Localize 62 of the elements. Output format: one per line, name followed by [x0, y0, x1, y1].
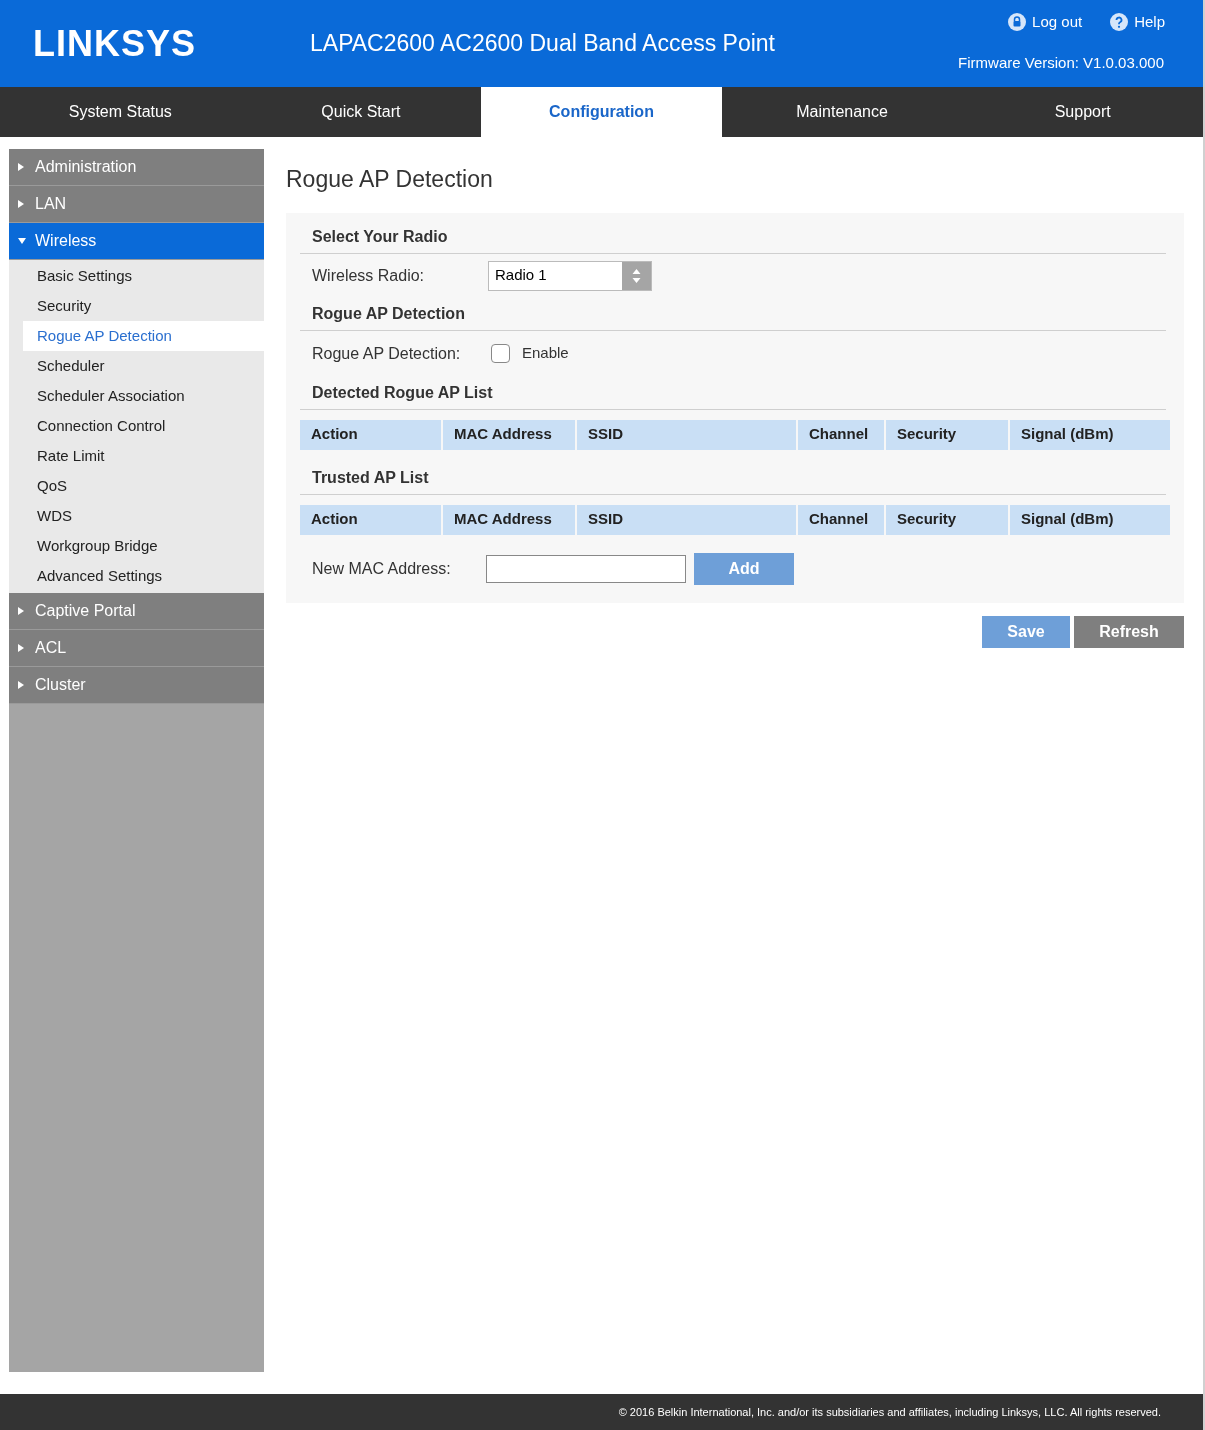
nav-tab[interactable]: System Status — [0, 87, 241, 137]
field-label: Rogue AP Detection: — [312, 343, 462, 364]
caret-right-icon — [18, 681, 24, 689]
section-heading: Detected Rogue AP List — [300, 376, 1166, 410]
column-header: Security — [886, 504, 1008, 535]
field-label: New MAC Address: — [312, 558, 452, 579]
column-header: Action — [300, 419, 441, 450]
column-header: SSID — [577, 504, 796, 535]
sidebar-group[interactable]: LAN — [9, 186, 264, 223]
section-heading: Trusted AP List — [300, 461, 1166, 495]
sidebar-item[interactable]: Scheduler — [9, 351, 264, 381]
column-header: Signal (dBm) — [1010, 504, 1170, 535]
logo: LINKSYS — [33, 25, 198, 62]
mac-address-field[interactable] — [486, 554, 686, 583]
sidebar-group[interactable]: ACL — [9, 630, 264, 667]
sidebar-group[interactable]: Captive Portal — [9, 593, 264, 630]
column-header: MAC Address — [443, 419, 575, 450]
column-header: SSID — [577, 419, 796, 450]
field-label: Wireless Radio: — [312, 265, 426, 286]
sidebar-item[interactable]: Rate Limit — [9, 441, 264, 471]
firmware-version: Firmware Version: V1.0.03.000 — [958, 53, 1164, 73]
page-title: Rogue AP Detection — [286, 165, 494, 194]
sidebar-item[interactable]: Security — [9, 291, 264, 321]
column-header: Channel — [798, 419, 884, 450]
sidebar-item[interactable]: Basic Settings — [9, 261, 264, 291]
logout-link[interactable]: Log out — [1008, 11, 1083, 34]
nav-tab[interactable]: Maintenance — [721, 87, 963, 137]
sidebar-item[interactable]: WDS — [9, 501, 264, 531]
nav-tab[interactable]: Support — [962, 87, 1203, 137]
product-title: LAPAC2600 AC2600 Dual Band Access Point — [310, 29, 775, 59]
sidebar-item[interactable]: Scheduler Association — [9, 381, 264, 411]
column-header: MAC Address — [443, 504, 575, 535]
spinner-arrows-icon — [622, 261, 651, 290]
caret-right-icon — [18, 607, 24, 615]
sidebar-group[interactable]: Wireless — [9, 223, 264, 260]
help-link[interactable]: Help — [1110, 11, 1165, 34]
nav-tab[interactable]: Quick Start — [240, 87, 482, 137]
refresh-button[interactable]: Refresh — [1074, 615, 1184, 648]
radio-select[interactable]: Radio 1 — [488, 260, 652, 291]
copyright-text: © 2016 Belkin International, Inc. and/or its subsidiaries and affiliates, including Linksys, LLC. All rights reserved. — [618, 1404, 1161, 1420]
caret-down-icon — [18, 238, 26, 244]
sidebar-item[interactable]: Advanced Settings — [9, 561, 264, 591]
sidebar-item[interactable]: Workgroup Bridge — [9, 531, 264, 561]
sidebar-group[interactable]: Administration — [9, 149, 264, 186]
lock-icon — [1008, 13, 1027, 32]
column-header: Channel — [798, 504, 884, 535]
section-heading: Rogue AP Detection — [300, 297, 1166, 331]
section-heading: Select Your Radio — [300, 220, 1166, 254]
column-header: Security — [886, 419, 1008, 450]
checkbox-label: Enable — [522, 343, 569, 364]
sidebar-item[interactable]: Connection Control — [9, 411, 264, 441]
column-header: Action — [300, 504, 441, 535]
sidebar-item[interactable]: Rogue AP Detection — [23, 321, 264, 351]
help-icon — [1110, 13, 1129, 32]
caret-right-icon — [18, 163, 24, 171]
column-header: Signal (dBm) — [1010, 419, 1170, 450]
caret-right-icon — [18, 200, 24, 208]
sidebar-item[interactable]: QoS — [9, 471, 264, 501]
enable-checkbox[interactable] — [491, 344, 510, 363]
sidebar-group[interactable]: Cluster — [9, 667, 264, 704]
caret-right-icon — [18, 644, 24, 652]
nav-tab[interactable]: Configuration — [481, 87, 722, 137]
